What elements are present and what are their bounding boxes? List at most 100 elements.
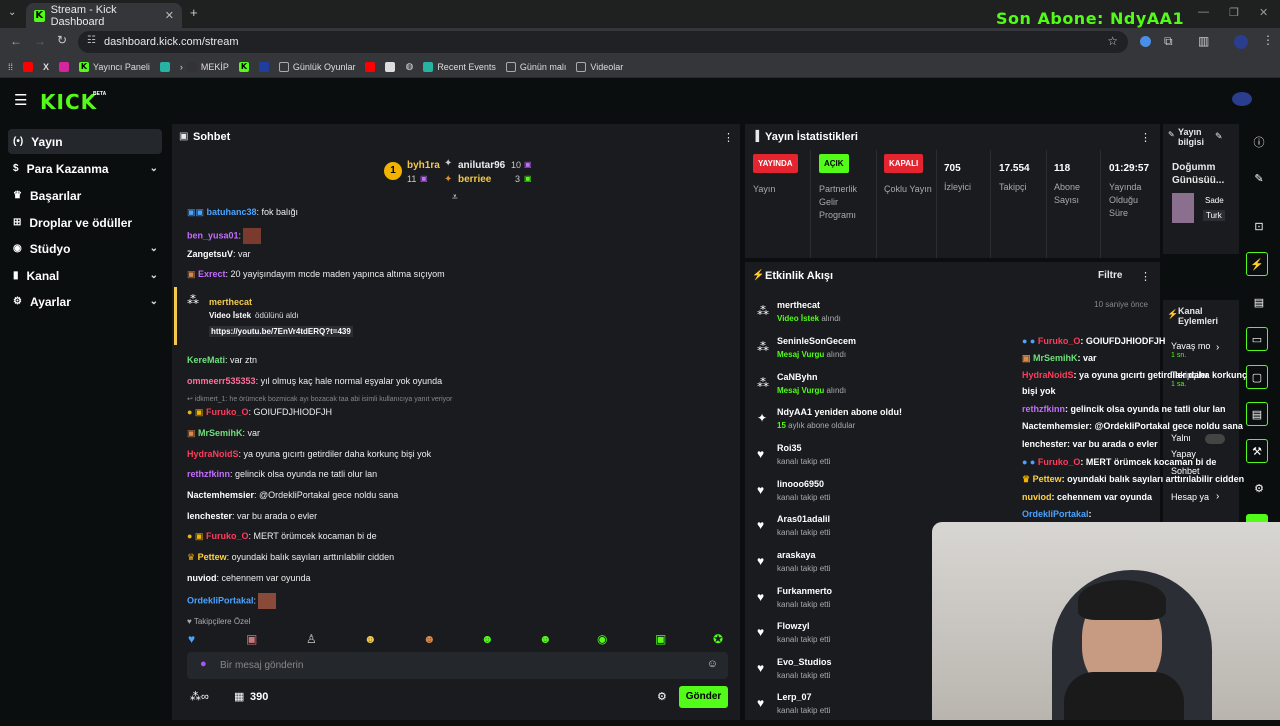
window-icon[interactable]: ▢: [1246, 365, 1268, 389]
bookmark-gunluk-oyunlar[interactable]: Günlük Oyunlar: [278, 61, 355, 72]
chat-username[interactable]: ommeerr535353: [187, 376, 256, 386]
quick-action-lightning-icon[interactable]: ⚡: [1246, 252, 1268, 276]
top-gifter-2-name[interactable]: anilutar96: [458, 160, 505, 171]
top-gifter-1-name[interactable]: byh1ra: [407, 160, 440, 171]
chat-username[interactable]: KereMati: [187, 355, 225, 365]
emote-10[interactable]: ✪: [713, 632, 723, 646]
clipboard-icon[interactable]: ▤: [1246, 290, 1272, 314]
sidepanel-icon[interactable]: ▥: [1198, 34, 1209, 48]
store-icon[interactable]: ▦: [234, 690, 244, 703]
chat-username[interactable]: ZangetsuV: [187, 249, 233, 259]
bookmark-youtube-2[interactable]: [365, 61, 376, 72]
back-icon[interactable]: ←: [10, 34, 22, 48]
stats-menu-icon[interactable]: ⋮: [1140, 131, 1151, 144]
account-age-label[interactable]: Hesap ya: [1171, 492, 1209, 502]
emote-6[interactable]: ☻: [481, 632, 494, 646]
filter-button[interactable]: Filtre: [1098, 270, 1122, 281]
chat-username[interactable]: Furuko_O: [206, 407, 249, 417]
chat-username[interactable]: HydraNoidS: [187, 449, 239, 459]
menu-hamburger-icon[interactable]: ☰: [14, 91, 27, 109]
bookmark-blue[interactable]: [258, 61, 269, 72]
bookmark-recent-events[interactable]: Recent Events: [423, 61, 496, 72]
chat-username[interactable]: Nactemhemsier: [187, 490, 254, 500]
extension-icon[interactable]: [1140, 36, 1151, 47]
sidebar-item-basarilar[interactable]: ♛ Başarılar: [8, 183, 162, 208]
sidebar-item-kanal[interactable]: ▮ Kanal ⌄: [8, 263, 162, 288]
chat-username[interactable]: batuhanc38: [207, 207, 257, 217]
chat-bubble-icon[interactable]: ▭: [1246, 327, 1268, 351]
bookmark-gunun-mali[interactable]: Günün malı: [505, 61, 566, 72]
send-button[interactable]: Gönder: [679, 686, 728, 708]
bookmark-teal[interactable]: [159, 61, 170, 72]
bookmark-globe[interactable]: ◍: [405, 61, 413, 72]
sidebar-item-yayin[interactable]: (•) Yayın: [8, 129, 162, 154]
chevron-right-icon[interactable]: ›: [1216, 342, 1219, 353]
sidebar-item-ayarlar[interactable]: ⚙ Ayarlar ⌄: [8, 289, 162, 314]
bookmark-youtube[interactable]: [23, 61, 34, 72]
browser-tab[interactable]: K Stream - Kick Dashboard ✕: [26, 3, 182, 28]
kick-logo[interactable]: KICK: [40, 90, 97, 114]
maximize-icon[interactable]: ❐: [1229, 6, 1239, 19]
emoji-icon[interactable]: ☺: [707, 658, 718, 670]
chat-username[interactable]: Exrect: [198, 269, 226, 279]
emote-2[interactable]: ▣: [246, 632, 257, 646]
activity-event[interactable]: ⁂ merthecat Video İstek alındı 10 saniye ön…: [757, 300, 1152, 334]
chat-username[interactable]: rethzfkinn: [187, 469, 230, 479]
bookmark-videolar[interactable]: Videolar: [576, 61, 623, 72]
bookmark-star-icon[interactable]: ☆: [1107, 34, 1118, 48]
bookmark-image[interactable]: [385, 61, 396, 72]
edit-pencil-icon[interactable]: ✎: [1215, 131, 1223, 142]
dock-icon[interactable]: ▤: [1246, 402, 1268, 426]
chat-username[interactable]: Pettew: [198, 552, 227, 562]
reward-link[interactable]: https://youtu.be/7EnVr4tdERQ?t=439: [209, 326, 353, 337]
apps-icon[interactable]: ⁞⁞: [8, 62, 13, 72]
sidebar-item-studyo[interactable]: ◉ Stüdyo ⌄: [8, 236, 162, 261]
chat-username[interactable]: ben_yusa01: [187, 230, 239, 240]
capture-icon[interactable]: ⊡: [1246, 214, 1272, 238]
new-tab-icon[interactable]: +: [190, 5, 198, 20]
close-tab-icon[interactable]: ✕: [165, 9, 174, 22]
edit-icon[interactable]: ✎: [1246, 166, 1272, 190]
extensions-puzzle-icon[interactable]: ⧉: [1164, 34, 1173, 49]
tab-list-icon[interactable]: ⌄: [8, 7, 16, 18]
chat-settings-gear-icon[interactable]: ⚙: [657, 690, 667, 703]
close-window-icon[interactable]: ✕: [1259, 6, 1268, 19]
chat-username[interactable]: OrdekliPortakal: [187, 595, 254, 605]
chat-input[interactable]: ● Bir mesaj gönderin ☺: [187, 652, 728, 679]
user-avatar[interactable]: [1232, 92, 1252, 106]
chevron-right-icon[interactable]: ›: [1216, 491, 1219, 502]
bookmark-mekip[interactable]: › MEKİP: [180, 61, 229, 72]
chat-username[interactable]: nuviod: [187, 573, 217, 583]
emote-4[interactable]: ☻: [364, 632, 377, 646]
emote-heart[interactable]: ♥: [188, 632, 195, 646]
emote-7[interactable]: ☻: [539, 632, 552, 646]
site-info-icon[interactable]: ☷: [87, 35, 96, 46]
subscribers-only-label[interactable]: Yalnı: [1171, 433, 1191, 443]
forward-icon[interactable]: →: [34, 34, 46, 48]
bookmark-x[interactable]: X: [43, 62, 49, 72]
wrench-icon[interactable]: ⚒: [1246, 439, 1268, 463]
chat-menu-icon[interactable]: ⋮: [723, 131, 734, 144]
bookmark-yayinci-paneli[interactable]: K Yayıncı Paneli: [79, 61, 150, 72]
reload-icon[interactable]: ↻: [57, 33, 67, 47]
emote-5[interactable]: ☻: [423, 632, 436, 646]
mod-tools-icon[interactable]: ⚙: [1246, 476, 1272, 500]
bookmark-kick[interactable]: K: [238, 61, 249, 72]
sidebar-item-para-kazanma[interactable]: $ Para Kazanma ⌄: [8, 156, 162, 181]
reward-user[interactable]: merthecat: [209, 297, 252, 307]
browser-menu-icon[interactable]: ⋮: [1262, 33, 1274, 47]
subscribers-only-toggle[interactable]: [1205, 434, 1225, 444]
chat-username[interactable]: Furuko_O: [206, 531, 249, 541]
slow-mode-label[interactable]: Yavaş mo: [1171, 341, 1210, 351]
emote-9[interactable]: ▣: [655, 632, 666, 646]
top-gifter-3-name[interactable]: berriee: [458, 174, 491, 185]
expand-pinned-icon[interactable]: ⩡: [452, 192, 458, 203]
info-circle-icon[interactable]: ⓘ: [1246, 130, 1272, 154]
activity-menu-icon[interactable]: ⋮: [1140, 270, 1151, 283]
profile-avatar[interactable]: [1234, 35, 1248, 49]
emote-3[interactable]: ♙: [306, 632, 317, 646]
microphone-icon[interactable]: ●: [200, 658, 207, 670]
minimize-icon[interactable]: —: [1198, 6, 1209, 18]
bookmark-instagram[interactable]: [59, 61, 70, 72]
sidebar-item-droplar[interactable]: ⊞ Droplar ve ödüller: [8, 210, 162, 235]
